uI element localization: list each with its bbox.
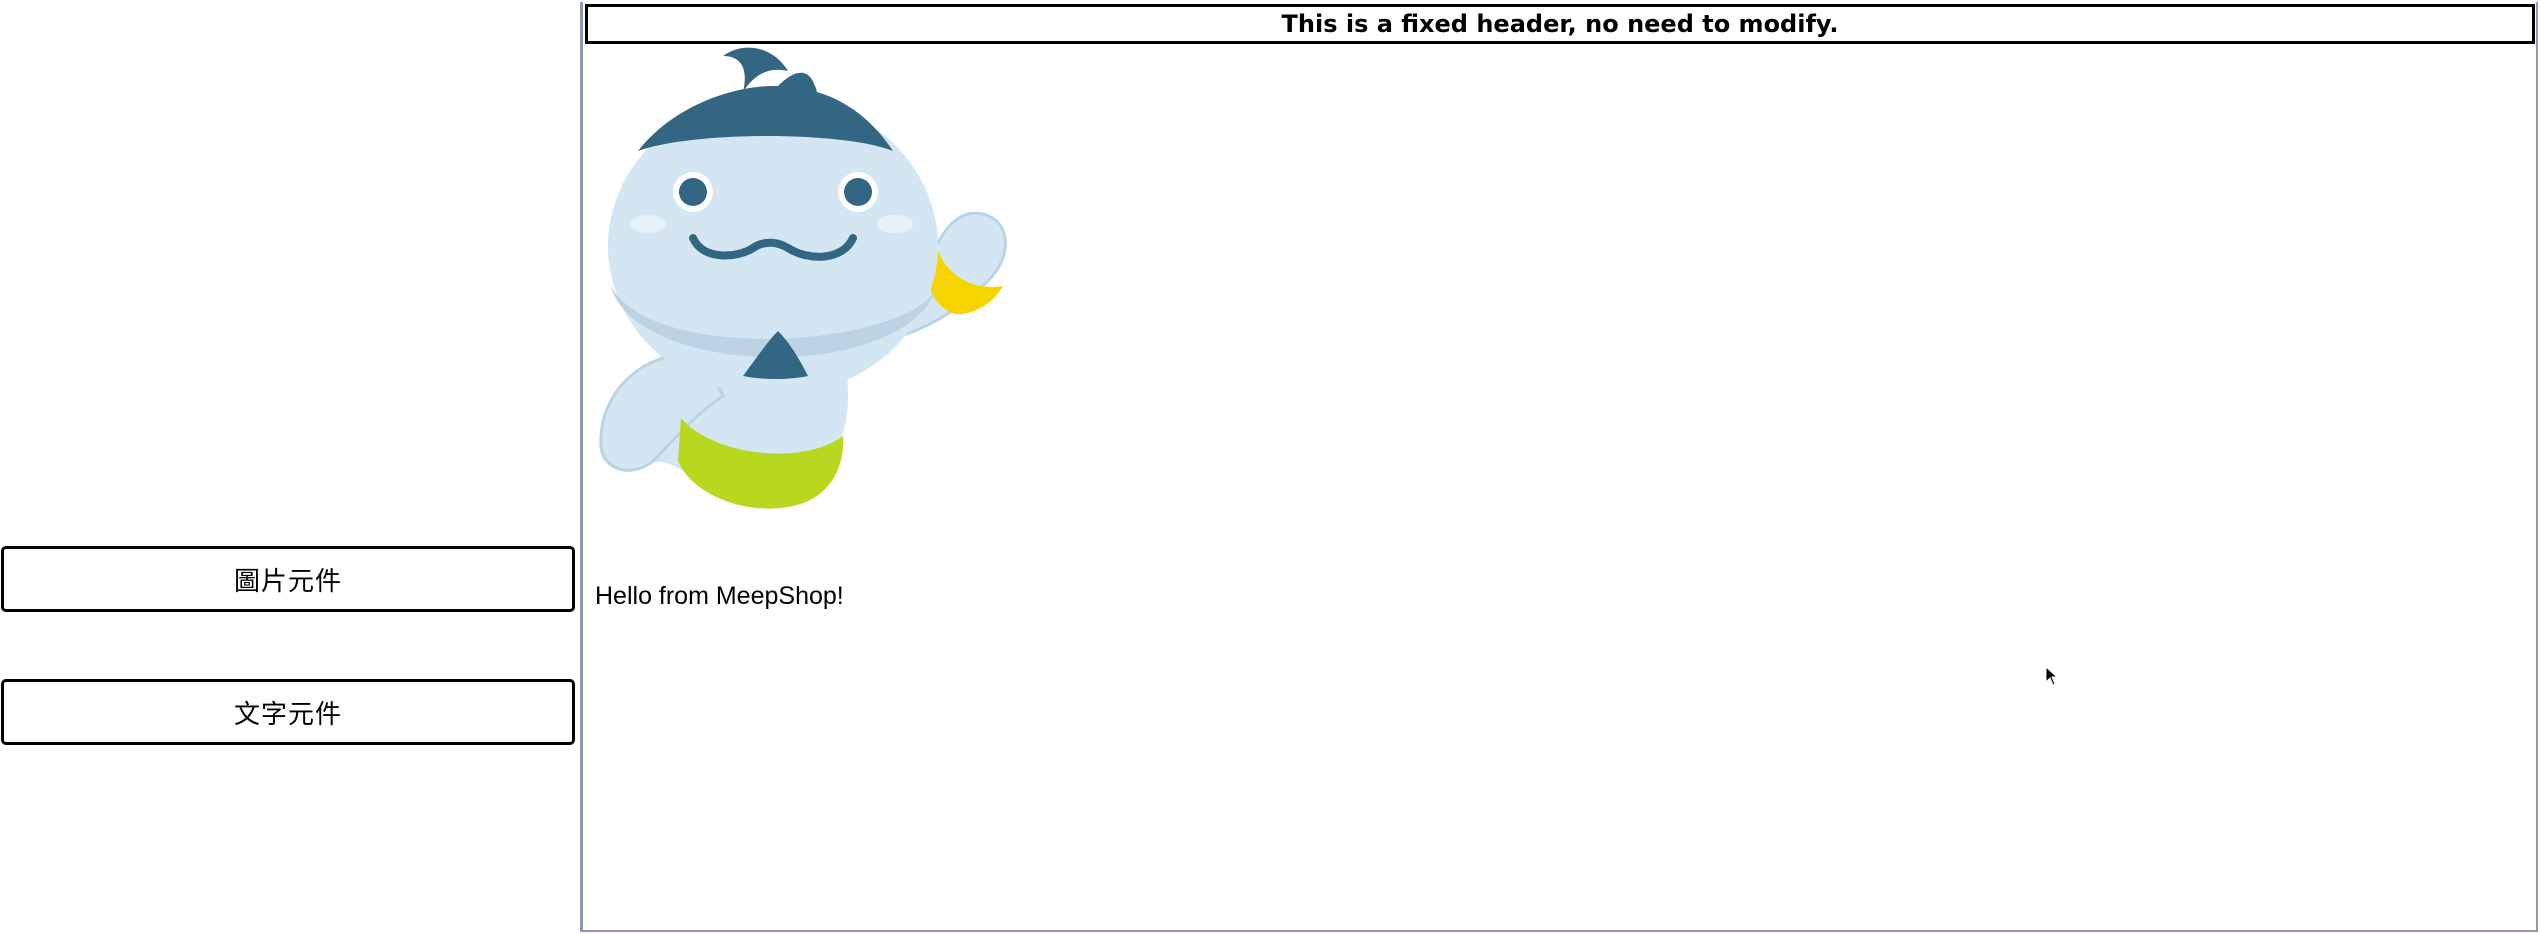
genie-mascot-image[interactable] (593, 46, 1023, 520)
fixed-header-text: This is a fixed header, no need to modif… (1281, 10, 1839, 38)
component-sidebar: 圖片元件 文字元件 (0, 0, 580, 934)
text-component[interactable]: Hello from MeepShop! (595, 582, 844, 611)
text-component-button[interactable]: 文字元件 (1, 679, 575, 745)
fixed-header: This is a fixed header, no need to modif… (585, 4, 2535, 44)
mouse-pointer-icon (2045, 666, 2059, 686)
editor-canvas[interactable]: This is a fixed header, no need to modif… (580, 2, 2538, 932)
image-component-label: 圖片元件 (233, 566, 342, 597)
image-component-button[interactable]: 圖片元件 (1, 546, 575, 612)
text-component-label: 文字元件 (233, 699, 342, 730)
